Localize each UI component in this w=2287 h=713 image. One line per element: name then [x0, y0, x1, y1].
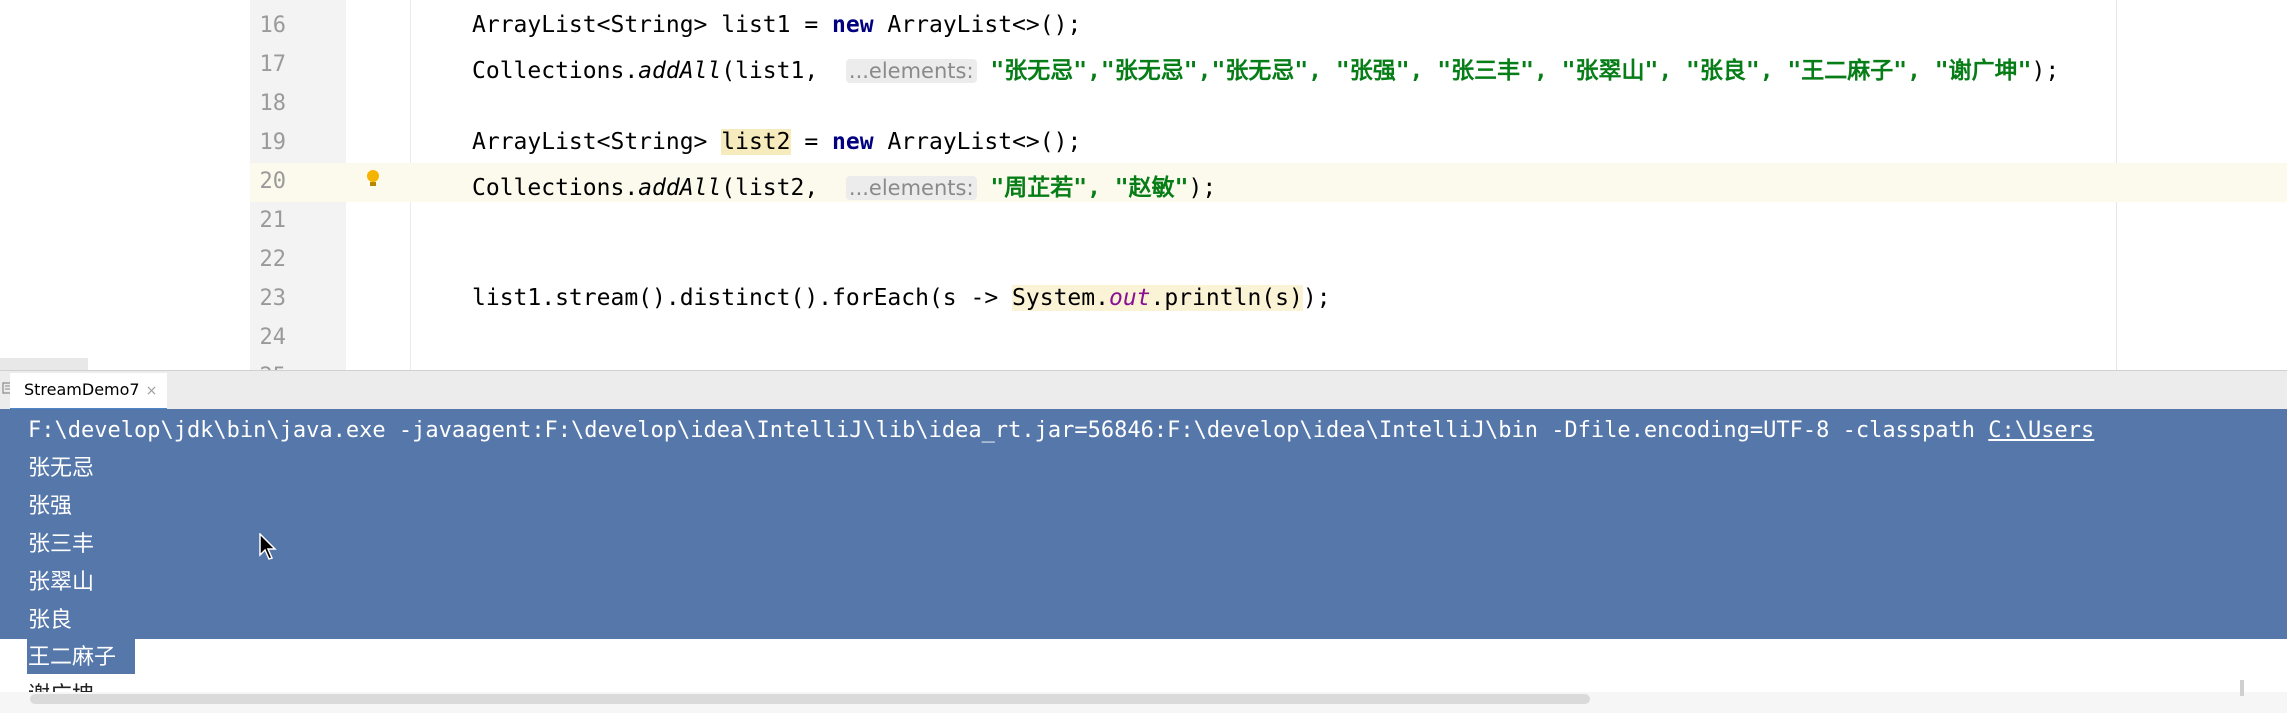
code-text: Collections.addAll(list1, ...elements: "… — [472, 51, 2059, 85]
code-token: addAll — [638, 175, 722, 201]
code-text: list1.stream().distinct().forEach(s -> S… — [472, 285, 1331, 311]
console-command-line: F:\develop\jdk\bin\java.exe -javaagent:F… — [28, 412, 2094, 450]
code-line[interactable]: 21 — [250, 202, 2287, 241]
code-line[interactable]: 23 list1.stream().distinct().forEach(s ->… — [250, 280, 2287, 319]
code-token: = — [790, 129, 833, 155]
code-token: Collections. — [472, 175, 639, 201]
code-line[interactable]: 16 ArrayList<String> list1 = new ArrayLis… — [250, 7, 2287, 46]
code-token: Collections. — [472, 58, 639, 84]
console-output-line: 张三丰 — [28, 532, 95, 557]
code-token: System. — [1012, 285, 1109, 311]
line-number: 18 — [259, 91, 287, 116]
code-token: new — [832, 129, 874, 155]
line-number: 20 — [259, 169, 287, 194]
code-token: ); — [1188, 175, 1217, 201]
code-token: "周芷若", "赵敏" — [990, 175, 1189, 201]
console-output-line: 张良 — [28, 608, 73, 633]
code-token: "张无忌","张无忌","张无忌", "张强", "张三丰", "张翠山", "… — [990, 58, 2032, 84]
code-text: Collections.addAll(list2, ...elements: "… — [472, 168, 1216, 202]
mouse-cursor-icon — [259, 533, 277, 560]
code-token: list2 — [721, 129, 791, 155]
code-editor[interactable]: 16 ArrayList<String> list1 = new ArrayLis… — [0, 0, 2287, 370]
corner-indicator-icon — [2240, 680, 2244, 696]
code-token: ); — [2031, 58, 2060, 84]
code-token: ArrayList<String> list1 = — [472, 12, 833, 38]
command-text: F:\develop\jdk\bin\java.exe -javaagent:F… — [28, 418, 1989, 443]
code-line[interactable]: 19 ArrayList<String> list2 = new ArrayLis… — [250, 124, 2287, 163]
code-line[interactable]: 20 Collections.addAll(list2, ...elements:… — [250, 163, 2287, 202]
close-icon[interactable]: × — [146, 383, 158, 399]
code-token: ArrayList<String> — [472, 129, 722, 155]
scrollbar-thumb[interactable] — [30, 694, 1590, 704]
code-token: ArrayList<>(); — [873, 129, 1082, 155]
line-number: 24 — [259, 325, 287, 350]
code-token: (list1, — [721, 58, 846, 84]
console-output-line: 张强 — [28, 494, 73, 519]
line-number: 23 — [259, 286, 287, 311]
code-token: new — [832, 12, 874, 38]
code-line[interactable]: 24 — [250, 319, 2287, 358]
code-token: ArrayList<>(); — [873, 12, 1082, 38]
run-tool-window-header: StreamDemo7 × — [0, 370, 2287, 411]
code-line[interactable]: 17 Collections.addAll(list1, ...elements:… — [250, 46, 2287, 85]
code-token: (list2, — [721, 175, 846, 201]
code-line[interactable]: 22 — [250, 241, 2287, 280]
lightbulb-icon[interactable] — [366, 169, 380, 189]
line-number: 19 — [259, 130, 287, 155]
code-token: addAll — [638, 58, 722, 84]
console-output-line: 张无忌 — [28, 456, 95, 481]
code-text: ArrayList<String> list2 = new ArrayList<… — [472, 129, 1081, 155]
code-token: .println(s) — [1150, 285, 1303, 311]
code-token: out — [1108, 285, 1151, 311]
console-output-line: 王二麻子 — [28, 645, 117, 670]
code-text: ArrayList<String> list1 = new ArrayList<… — [472, 12, 1081, 38]
console-output-line: 张翠山 — [28, 570, 95, 595]
code-token: list1.stream().distinct().forEach(s -> — [472, 285, 1013, 311]
classpath-link[interactable]: C:\Users — [1988, 418, 2094, 443]
code-line[interactable]: 18 — [250, 85, 2287, 124]
line-number: 16 — [259, 13, 287, 38]
code-line[interactable]: 25 — [250, 358, 2287, 370]
line-number: 22 — [259, 247, 287, 272]
tab-label: StreamDemo7 — [24, 380, 140, 399]
console-output[interactable]: F:\develop\jdk\bin\java.exe -javaagent:F… — [0, 409, 2287, 713]
editor-left-area — [0, 0, 250, 370]
tab-streamdemo7[interactable]: StreamDemo7 × — [10, 373, 168, 411]
line-number: 17 — [259, 52, 287, 77]
parameter-hint: ...elements: — [845, 59, 977, 83]
parameter-hint: ...elements: — [845, 176, 977, 200]
line-number: 21 — [259, 208, 287, 233]
code-token: ); — [1302, 285, 1331, 311]
panel-splitter[interactable] — [0, 358, 88, 370]
